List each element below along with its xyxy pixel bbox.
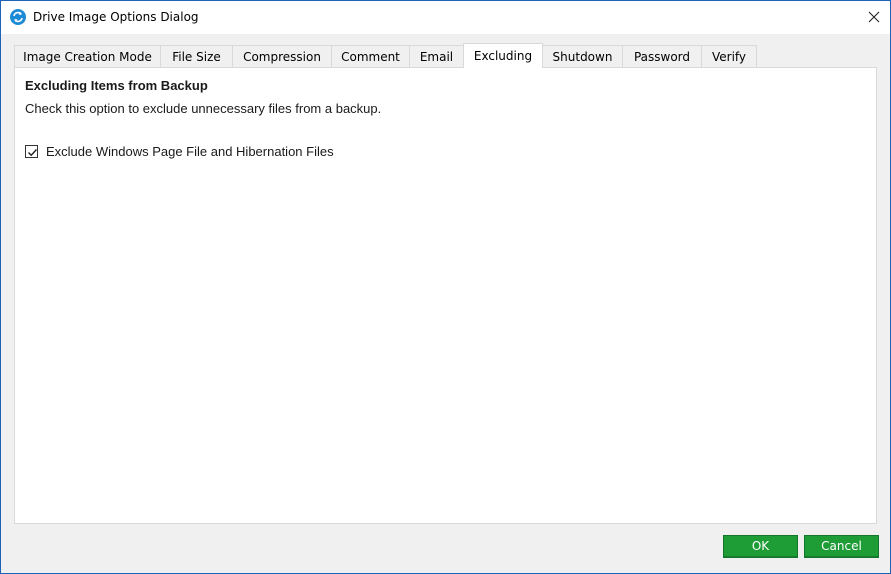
close-button[interactable]: [858, 1, 890, 33]
tab-compression[interactable]: Compression: [232, 45, 332, 68]
tab-shutdown[interactable]: Shutdown: [542, 45, 623, 68]
tab-email[interactable]: Email: [409, 45, 464, 68]
exclude-pagefile-label: Exclude Windows Page File and Hibernatio…: [46, 143, 334, 159]
section-description: Check this option to exclude unnecessary…: [25, 101, 382, 116]
tab-excluding[interactable]: Excluding: [463, 43, 543, 68]
exclude-pagefile-option[interactable]: Exclude Windows Page File and Hibernatio…: [25, 143, 334, 159]
dialog-window: Drive Image Options Dialog Image Creatio…: [0, 0, 891, 574]
close-icon: [868, 11, 880, 23]
exclude-pagefile-checkbox[interactable]: [25, 144, 38, 158]
excluding-panel: Excluding Items from Backup Check this o…: [14, 67, 877, 524]
section-heading: Excluding Items from Backup: [25, 78, 208, 93]
checkmark-icon: [28, 148, 38, 156]
ok-button[interactable]: OK: [723, 535, 798, 558]
app-icon: [10, 9, 26, 25]
tab-password[interactable]: Password: [622, 45, 702, 68]
tab-verify[interactable]: Verify: [701, 45, 757, 68]
title-bar: Drive Image Options Dialog: [1, 1, 890, 34]
tab-file-size[interactable]: File Size: [160, 45, 233, 68]
cancel-button[interactable]: Cancel: [804, 535, 879, 558]
window-title: Drive Image Options Dialog: [33, 10, 199, 24]
tab-image-creation-mode[interactable]: Image Creation Mode: [14, 45, 161, 68]
tab-comment[interactable]: Comment: [331, 45, 410, 68]
